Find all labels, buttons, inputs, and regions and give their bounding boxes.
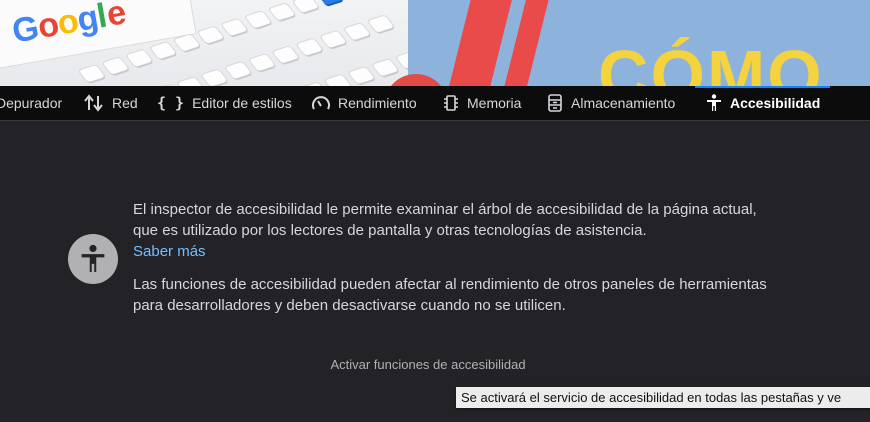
key bbox=[197, 26, 224, 44]
gauge-icon bbox=[312, 95, 330, 111]
key bbox=[126, 49, 153, 67]
key bbox=[150, 41, 177, 60]
tooltip: Se activará el servicio de accesibilidad… bbox=[456, 387, 870, 408]
panel-description: El inspector de accesibilidad le permite… bbox=[133, 199, 773, 262]
braces-icon: { } bbox=[157, 94, 185, 112]
key bbox=[268, 3, 296, 21]
learn-more-link[interactable]: Saber más bbox=[133, 241, 206, 262]
selected-tab-indicator bbox=[695, 86, 830, 88]
performance-warning: Las funciones de accesibilidad pueden af… bbox=[133, 276, 767, 314]
key bbox=[249, 54, 276, 72]
key bbox=[296, 38, 324, 57]
key bbox=[272, 46, 300, 64]
tab-label: Editor de estilos bbox=[192, 95, 292, 111]
webpage-content: G o o g l e CÓMO bbox=[0, 0, 870, 86]
key bbox=[225, 61, 252, 80]
tab-label: Almacenamiento bbox=[571, 95, 676, 111]
key bbox=[320, 31, 347, 49]
tab-label: Depurador bbox=[0, 95, 63, 111]
accessibility-icon bbox=[706, 94, 722, 112]
key bbox=[344, 23, 371, 41]
tab-performance[interactable]: Rendimiento bbox=[312, 86, 417, 120]
hero-headline: CÓMO bbox=[598, 36, 824, 86]
tab-accessibility[interactable]: Accesibilidad bbox=[706, 86, 820, 120]
key bbox=[221, 18, 248, 37]
memory-chip-icon bbox=[443, 94, 459, 112]
key bbox=[316, 0, 343, 6]
key bbox=[177, 77, 205, 86]
key bbox=[102, 57, 129, 75]
key bbox=[201, 69, 228, 86]
devtools-toolbar: Depurador Red { } Editor de estilos Rend… bbox=[0, 86, 870, 121]
tab-label: Rendimiento bbox=[338, 95, 417, 111]
key bbox=[371, 58, 399, 77]
tab-network[interactable]: Red bbox=[84, 86, 138, 120]
tab-debugger[interactable]: Depurador bbox=[0, 86, 62, 120]
enable-accessibility-button[interactable]: Activar funciones de accesibilidad bbox=[312, 351, 544, 377]
tab-label: Accesibilidad bbox=[730, 95, 821, 111]
tab-label: Red bbox=[112, 95, 138, 111]
description-text: El inspector de accesibilidad le permite… bbox=[133, 201, 757, 239]
tab-storage[interactable]: Almacenamiento bbox=[547, 86, 675, 120]
key bbox=[292, 0, 320, 13]
storage-icon bbox=[547, 94, 563, 112]
laptop-photo: G o o g l e bbox=[0, 0, 423, 86]
tab-memory[interactable]: Memoria bbox=[443, 86, 521, 120]
key bbox=[324, 74, 351, 86]
tab-style-editor[interactable]: { } Editor de estilos bbox=[157, 86, 292, 120]
key bbox=[348, 66, 375, 84]
accessibility-icon bbox=[68, 234, 118, 284]
network-arrows-icon bbox=[84, 94, 104, 112]
tab-label: Memoria bbox=[467, 95, 522, 111]
key bbox=[245, 11, 272, 29]
key bbox=[78, 65, 106, 83]
key bbox=[368, 15, 395, 33]
